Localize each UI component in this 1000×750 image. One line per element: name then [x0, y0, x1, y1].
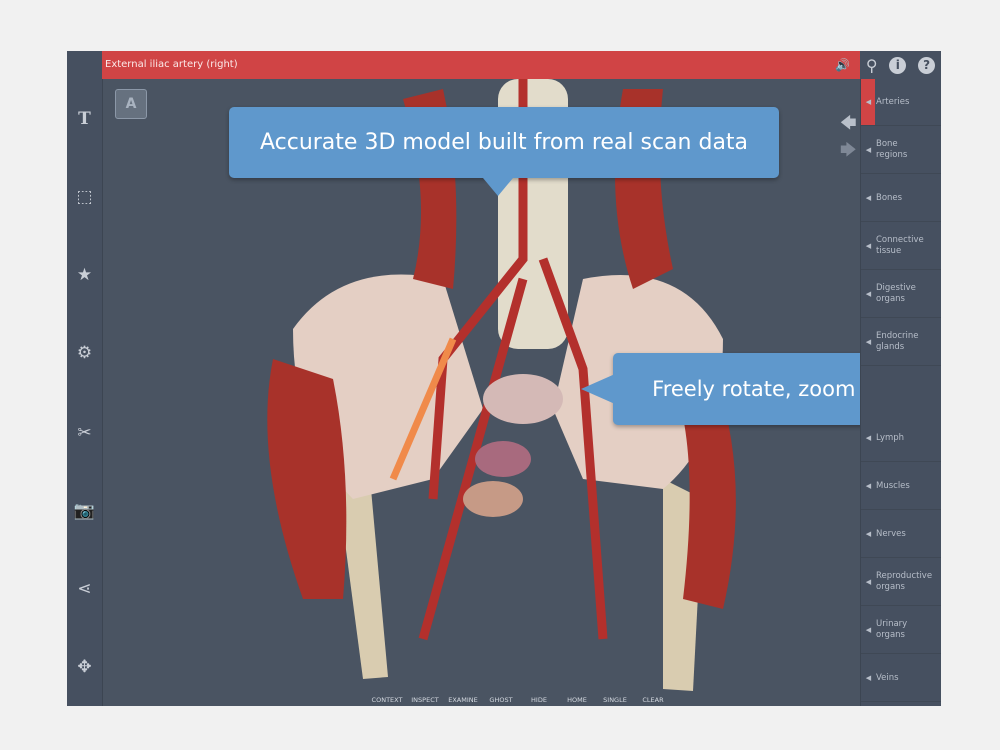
speaker-icon[interactable]: 🔊: [835, 51, 850, 79]
tool-inspect[interactable]: INSPECT⤧: [406, 696, 444, 706]
category-bones[interactable]: ◀ Bones: [861, 175, 941, 222]
caret-left-icon: ◀: [865, 146, 872, 154]
category-label: Veins: [876, 672, 899, 683]
category-label: Reproductive organs: [876, 571, 933, 592]
tool-hide[interactable]: HIDE⊖: [520, 696, 558, 706]
caret-left-icon: ◀: [865, 338, 872, 346]
category-digestive-organs[interactable]: ◀ Digestive organs: [861, 271, 941, 318]
orientation-cube[interactable]: A: [115, 89, 147, 119]
cube-label: A: [125, 96, 137, 112]
gear-icon[interactable]: ⚙: [67, 343, 102, 363]
category-sidebar: ◀ Arteries ◀ Bone regions ◀ Bones ◀ Connective …: [860, 79, 941, 706]
caret-left-icon: ◀: [865, 530, 872, 538]
category-nerves[interactable]: ◀ Nerves: [861, 511, 941, 558]
caret-left-icon: ◀: [865, 578, 872, 586]
category-reproductive-organs[interactable]: ◀ Reproductive organs: [861, 559, 941, 606]
category-connective-tissue[interactable]: ◀ Connective tissue: [861, 223, 941, 270]
callout-top-pointer: [483, 178, 513, 196]
top-tools: ⚲ i ?: [860, 51, 941, 79]
tool-label: INSPECT: [411, 696, 439, 704]
category-label: Bones: [876, 192, 903, 203]
category-label: Lymph: [876, 432, 905, 443]
category-label: Arteries: [876, 96, 910, 107]
back-arrow-icon[interactable]: 🡄: [840, 113, 857, 132]
structure-title: External iliac artery (right): [105, 59, 238, 70]
tool-label: CLEAR: [642, 696, 664, 704]
star-icon[interactable]: ★: [67, 265, 102, 285]
category-label: Muscles: [876, 480, 910, 491]
category-label: Bone regions: [876, 139, 908, 160]
caret-left-icon: ◀: [865, 626, 872, 634]
text-icon[interactable]: T: [67, 109, 102, 129]
caret-left-icon: ◀: [865, 434, 872, 442]
tool-ghost[interactable]: GHOST○: [482, 696, 520, 706]
camera-icon[interactable]: 📷: [67, 501, 102, 521]
tools-icon[interactable]: ✂: [67, 423, 102, 443]
share-icon[interactable]: ⋖: [67, 579, 102, 599]
app-frame: T ⬚ ★ ⚙ ✂ 📷 ⋖ ✥ External iliac artery (right) 🔊…: [67, 51, 941, 706]
tool-label: EXAMINE: [448, 696, 478, 704]
caret-left-icon: ◀: [865, 242, 872, 250]
category-arteries[interactable]: ◀ Arteries: [861, 79, 941, 126]
category-endocrine-glands[interactable]: ◀ Endocrine glands: [861, 319, 941, 366]
tool-home[interactable]: HOME■: [558, 696, 596, 706]
category-label: Connective tissue: [876, 235, 924, 256]
view-toolbar: CONTEXT▦INSPECT⤧EXAMINE⁘GHOST○HIDE⊖HOME■…: [368, 696, 672, 706]
callout-top-text: Accurate 3D model built from real scan d…: [259, 130, 749, 155]
caret-left-icon: ◀: [865, 194, 872, 202]
callout-right-pointer: [581, 374, 615, 404]
crop-frame-icon[interactable]: ⬚: [67, 187, 102, 207]
info-icon[interactable]: i: [889, 56, 907, 74]
title-bar: External iliac artery (right) 🔊: [102, 51, 860, 79]
category-bone-regions[interactable]: ◀ Bone regions: [861, 127, 941, 174]
tool-label: CONTEXT: [371, 696, 403, 704]
tool-clear[interactable]: CLEAR✕: [634, 696, 672, 706]
category-label: Nerves: [876, 528, 906, 539]
history-nav: 🡄 🡆: [840, 112, 860, 166]
category-label: Endocrine glands: [876, 331, 919, 352]
category-lymph[interactable]: ◀ Lymph: [861, 415, 941, 462]
caret-left-icon: ◀: [865, 674, 872, 682]
forward-arrow-icon[interactable]: 🡆: [840, 140, 857, 159]
category-muscles[interactable]: ◀ Muscles: [861, 463, 941, 510]
help-icon[interactable]: ?: [918, 56, 936, 74]
tool-label: HIDE: [531, 696, 547, 704]
caret-left-icon: ◀: [865, 482, 872, 490]
category-label: Digestive organs: [876, 283, 916, 304]
tool-label: GHOST: [489, 696, 513, 704]
tool-single[interactable]: SINGLE↖: [596, 696, 634, 706]
caret-left-icon: ◀: [865, 290, 872, 298]
callout-top: Accurate 3D model built from real scan d…: [229, 107, 779, 178]
tool-label: HOME: [567, 696, 587, 704]
caret-left-icon: ◀: [865, 98, 872, 106]
category-veins[interactable]: ◀ Veins: [861, 655, 941, 702]
tool-context[interactable]: CONTEXT▦: [368, 696, 406, 706]
category-urinary-organs[interactable]: ◀ Urinary organs: [861, 607, 941, 654]
tool-examine[interactable]: EXAMINE⁘: [444, 696, 482, 706]
search-icon[interactable]: ⚲: [866, 56, 878, 75]
tool-label: SINGLE: [603, 696, 627, 704]
left-sidebar: T ⬚ ★ ⚙ ✂ 📷 ⋖ ✥: [67, 51, 103, 706]
move-icon[interactable]: ✥: [67, 657, 102, 677]
3d-viewport[interactable]: A 🡄 🡆 Accurate 3D model built from real …: [103, 79, 941, 706]
category-label: Urinary organs: [876, 619, 908, 640]
